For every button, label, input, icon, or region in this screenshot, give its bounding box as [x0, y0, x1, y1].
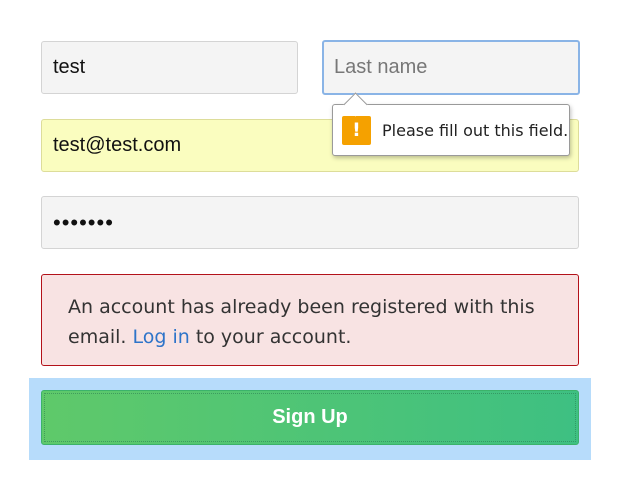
- signup-button-label: Sign Up: [44, 393, 576, 442]
- alert-text-after: to your account.: [189, 326, 352, 348]
- password-input[interactable]: [41, 196, 579, 249]
- login-link[interactable]: Log in: [132, 326, 189, 348]
- signup-form: ! Please fill out this field. An account…: [0, 0, 619, 487]
- warning-icon: !: [342, 115, 371, 145]
- first-name-input[interactable]: [41, 41, 298, 94]
- signup-button[interactable]: Sign Up: [41, 390, 579, 445]
- tooltip-arrow: [343, 92, 368, 117]
- last-name-input[interactable]: [322, 40, 580, 95]
- validation-tooltip: ! Please fill out this field.: [332, 92, 570, 156]
- tooltip-message: Please fill out this field.: [382, 120, 569, 140]
- error-alert: An account has already been registered w…: [41, 274, 579, 366]
